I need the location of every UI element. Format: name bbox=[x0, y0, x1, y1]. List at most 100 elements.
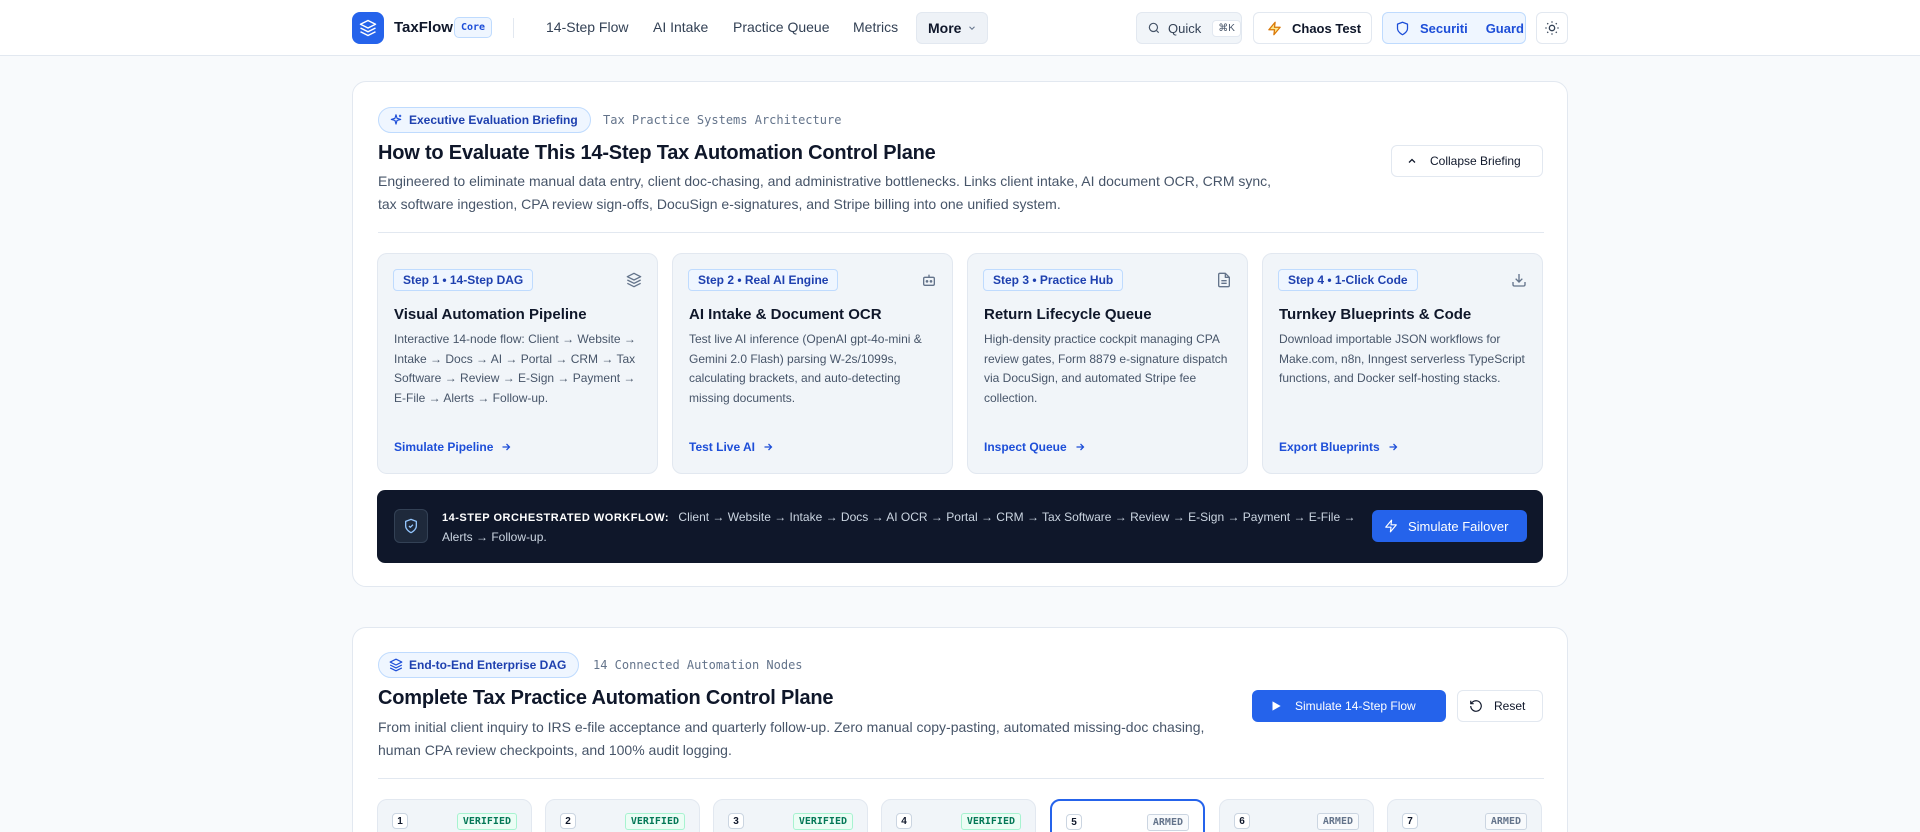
shield-icon bbox=[1395, 21, 1410, 36]
quick-search-button[interactable]: Quick ⌘K bbox=[1136, 12, 1242, 44]
arrow-right-icon bbox=[500, 441, 512, 453]
step-badge: Step 3 • Practice Hub bbox=[983, 269, 1124, 291]
arrow-right-icon bbox=[762, 441, 774, 453]
simulate-flow-label: Simulate 14-Step Flow bbox=[1295, 699, 1416, 713]
dag-description: From initial client inquiry to IRS e-fil… bbox=[378, 719, 1205, 758]
step-link-label: Export Blueprints bbox=[1279, 440, 1380, 454]
enterprise-dag-card: End-to-End Enterprise DAG 14 Connected A… bbox=[352, 627, 1568, 832]
chaos-test-button[interactable]: Chaos Test bbox=[1253, 12, 1372, 44]
step-text: Test live AI inference (OpenAI gpt-4o-mi… bbox=[689, 332, 922, 405]
nav-link-metrics[interactable]: Metrics bbox=[853, 19, 898, 35]
theme-toggle-button[interactable] bbox=[1536, 12, 1568, 44]
chaos-test-label: Chaos Test bbox=[1292, 20, 1362, 36]
status-badge: VERIFIED bbox=[456, 813, 517, 830]
briefing-pill-label: Executive Evaluation Briefing bbox=[409, 113, 578, 127]
simulate-failover-button[interactable]: Simulate Failover bbox=[1372, 510, 1527, 542]
status-badge: ARMED bbox=[1146, 814, 1189, 831]
step-link-label: Inspect Queue bbox=[984, 440, 1067, 454]
quick-label: Quick bbox=[1168, 20, 1202, 36]
step-badge: Step 1 • 14-Step DAG bbox=[393, 269, 534, 291]
chevron-up-icon bbox=[1406, 155, 1418, 167]
node-number: 1 bbox=[392, 813, 408, 829]
reset-label: Reset bbox=[1494, 699, 1526, 713]
more-label: More bbox=[928, 20, 962, 36]
sun-icon bbox=[1544, 20, 1560, 36]
step-title: Return Lifecycle Queue bbox=[984, 306, 1152, 323]
step-text: Download importable JSON workflows for M… bbox=[1279, 332, 1525, 385]
chevron-down-icon bbox=[967, 23, 977, 33]
play-icon bbox=[1269, 699, 1283, 713]
step-card-1: Step 1 • 14-Step DAG Visual Automation P… bbox=[377, 253, 658, 474]
shield-check-icon bbox=[394, 509, 428, 543]
top-navbar: TaxFlow Core 14-Step Flow AI Intake Prac… bbox=[0, 0, 1920, 56]
rotate-ccw-icon bbox=[1469, 699, 1483, 713]
collapse-briefing-button[interactable]: Collapse Briefing bbox=[1391, 145, 1543, 177]
step-text: Interactive 14-node flow: Client → Websi… bbox=[394, 332, 636, 405]
step-text: High-density practice cockpit managing C… bbox=[984, 332, 1228, 405]
nav-link-14-step-flow[interactable]: 14-Step Flow bbox=[546, 19, 628, 35]
step-badge: Step 2 • Real AI Engine bbox=[688, 269, 839, 291]
step-card-4: Step 4 • 1-Click Code Turnkey Blueprints… bbox=[1262, 253, 1543, 474]
briefing-kicker: Tax Practice Systems Architecture bbox=[603, 113, 842, 127]
status-badge: VERIFIED bbox=[624, 813, 685, 830]
reset-button[interactable]: Reset bbox=[1457, 690, 1543, 722]
arrow-right-icon bbox=[1074, 441, 1086, 453]
dag-title: Complete Tax Practice Automation Control… bbox=[378, 687, 834, 709]
step-badge: Step 4 • 1-Click Code bbox=[1278, 269, 1418, 291]
node-number: 6 bbox=[1234, 813, 1250, 829]
node-number: 4 bbox=[896, 813, 912, 829]
dag-node-4[interactable]: 4 VERIFIED bbox=[881, 799, 1036, 832]
brand-name[interactable]: TaxFlow bbox=[394, 19, 453, 36]
security-guard-button[interactable]: Securiti Guard bbox=[1382, 12, 1526, 44]
lightning-icon bbox=[1267, 21, 1282, 36]
node-number: 5 bbox=[1066, 814, 1082, 830]
nav-link-practice-queue[interactable]: Practice Queue bbox=[733, 19, 830, 35]
dag-kicker: 14 Connected Automation Nodes bbox=[593, 658, 803, 672]
guard-label-b: Guard bbox=[1485, 20, 1524, 36]
step-card-2: Step 2 • Real AI Engine AI Intake & Docu… bbox=[672, 253, 953, 474]
briefing-pill: Executive Evaluation Briefing bbox=[378, 107, 591, 133]
export-blueprints-link[interactable]: Export Blueprints bbox=[1279, 440, 1399, 454]
inspect-queue-link[interactable]: Inspect Queue bbox=[984, 440, 1086, 454]
dag-node-2[interactable]: 2 VERIFIED bbox=[545, 799, 700, 832]
logo-icon[interactable] bbox=[352, 12, 384, 44]
node-number: 2 bbox=[560, 813, 576, 829]
document-icon bbox=[1216, 272, 1232, 288]
step-link-label: Simulate Pipeline bbox=[394, 440, 494, 454]
test-live-ai-link[interactable]: Test Live AI bbox=[689, 440, 774, 454]
step-title: Visual Automation Pipeline bbox=[394, 306, 587, 323]
search-icon bbox=[1147, 21, 1161, 35]
lightning-icon bbox=[1384, 519, 1398, 533]
guard-label-a: Securiti bbox=[1420, 20, 1468, 36]
simulate-flow-button[interactable]: Simulate 14-Step Flow bbox=[1252, 690, 1446, 722]
step-link-label: Test Live AI bbox=[689, 440, 756, 454]
status-badge: ARMED bbox=[1484, 813, 1527, 830]
status-badge: VERIFIED bbox=[792, 813, 853, 830]
dag-node-3[interactable]: 3 VERIFIED bbox=[713, 799, 868, 832]
simulate-pipeline-link[interactable]: Simulate Pipeline bbox=[394, 440, 512, 454]
node-number: 3 bbox=[728, 813, 744, 829]
more-menu-button[interactable]: More bbox=[916, 12, 988, 44]
keyboard-shortcut: ⌘K bbox=[1212, 19, 1241, 37]
dag-node-5[interactable]: 5 ARMED bbox=[1050, 799, 1205, 832]
dag-node-7[interactable]: 7 ARMED bbox=[1387, 799, 1542, 832]
nav-divider bbox=[513, 18, 514, 38]
layers-icon bbox=[389, 658, 403, 672]
core-badge: Core bbox=[454, 17, 493, 38]
status-badge: VERIFIED bbox=[960, 813, 1021, 830]
collapse-label: Collapse Briefing bbox=[1430, 154, 1521, 168]
nav-link-ai-intake[interactable]: AI Intake bbox=[653, 19, 708, 35]
dag-pill-label: End-to-End Enterprise DAG bbox=[409, 658, 567, 672]
step-card-3: Step 3 • Practice Hub Return Lifecycle Q… bbox=[967, 253, 1248, 474]
download-icon bbox=[1511, 272, 1527, 288]
dag-node-6[interactable]: 6 ARMED bbox=[1219, 799, 1374, 832]
dag-pill: End-to-End Enterprise DAG bbox=[378, 652, 580, 678]
briefing-title: How to Evaluate This 14-Step Tax Automat… bbox=[378, 142, 936, 164]
arrow-right-icon bbox=[1387, 441, 1399, 453]
step-title: Turnkey Blueprints & Code bbox=[1279, 306, 1472, 323]
status-badge: ARMED bbox=[1316, 813, 1359, 830]
layers-icon bbox=[626, 272, 642, 288]
node-number: 7 bbox=[1402, 813, 1418, 829]
dag-node-1[interactable]: 1 VERIFIED bbox=[377, 799, 532, 832]
bot-icon bbox=[921, 272, 937, 288]
